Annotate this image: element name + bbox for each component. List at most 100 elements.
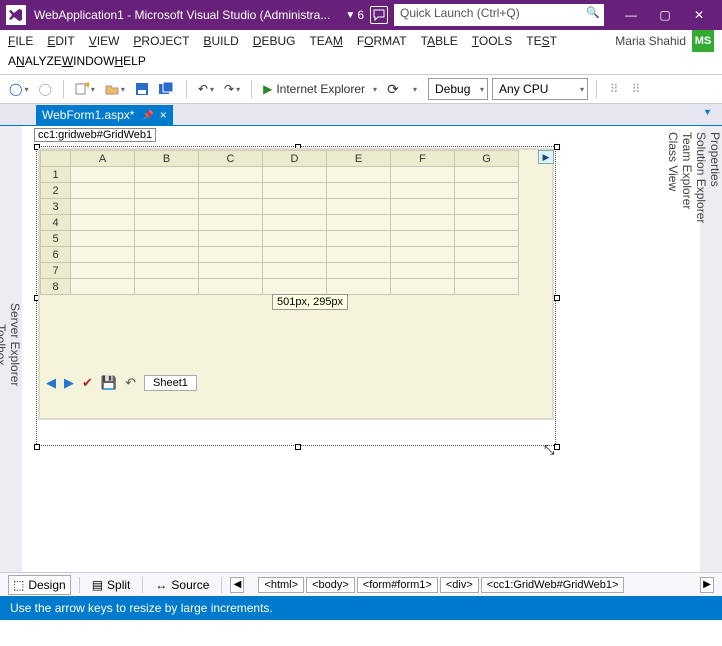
col-header[interactable]: E — [327, 151, 391, 167]
grid-cell[interactable] — [455, 279, 519, 295]
tag-crumb[interactable]: <body> — [306, 577, 355, 593]
grid-cell[interactable] — [71, 231, 135, 247]
menu-tools[interactable]: TOOLS — [472, 34, 512, 48]
menu-view[interactable]: VIEW — [89, 34, 120, 48]
minimize-button[interactable]: — — [614, 2, 648, 28]
menu-table[interactable]: TABLE — [421, 34, 458, 48]
menu-test[interactable]: TEST — [526, 34, 557, 48]
menu-analyze[interactable]: ANALYZE — [8, 54, 62, 68]
grid-cell[interactable] — [263, 167, 327, 183]
grid-cell[interactable] — [71, 199, 135, 215]
grid-cell[interactable] — [199, 279, 263, 295]
grid-cell[interactable] — [199, 167, 263, 183]
split-mode-button[interactable]: ▤Split — [88, 576, 135, 594]
grid-cell[interactable] — [455, 263, 519, 279]
grid-cell[interactable] — [199, 263, 263, 279]
close-button[interactable]: ✕ — [682, 2, 716, 28]
menu-file[interactable]: FILE — [8, 34, 33, 48]
start-debug-button[interactable]: ▶ Internet Explorer ▾ — [260, 78, 380, 100]
row-header[interactable]: 8 — [41, 279, 71, 295]
toolbox-tab[interactable]: Toolbox — [0, 132, 8, 558]
menu-window[interactable]: WINDOW — [62, 54, 115, 68]
open-button[interactable] — [102, 78, 128, 100]
grid-cell[interactable] — [455, 183, 519, 199]
grid-cell[interactable] — [327, 215, 391, 231]
resize-handle-br[interactable] — [554, 444, 560, 450]
row-header[interactable]: 3 — [41, 199, 71, 215]
grid-cell[interactable] — [263, 231, 327, 247]
grid-cell[interactable] — [135, 263, 199, 279]
grid-cell[interactable] — [455, 199, 519, 215]
sheet-tab[interactable]: Sheet1 — [144, 375, 197, 391]
start-options[interactable]: ▾ — [406, 78, 424, 100]
menu-edit[interactable]: EDIT — [47, 34, 74, 48]
grid-cell[interactable] — [263, 263, 327, 279]
document-tab[interactable]: WebForm1.aspx* 📌 × — [36, 105, 173, 125]
grid-cell[interactable] — [199, 231, 263, 247]
resize-handle-bl[interactable] — [34, 444, 40, 450]
menu-team[interactable]: TEAM — [309, 34, 342, 48]
row-header[interactable]: 2 — [41, 183, 71, 199]
source-mode-button[interactable]: ↔Source — [151, 576, 213, 594]
grid-cell[interactable] — [71, 263, 135, 279]
tab-overflow[interactable]: ▼ — [703, 107, 712, 117]
grid-cell[interactable] — [391, 279, 455, 295]
save-button[interactable] — [132, 78, 152, 100]
grid-cell[interactable] — [71, 279, 135, 295]
forward-button[interactable]: ◯ — [35, 78, 54, 100]
grid-cell[interactable] — [263, 183, 327, 199]
grid-cell[interactable] — [391, 199, 455, 215]
menu-project[interactable]: PROJECT — [133, 34, 189, 48]
row-header[interactable]: 6 — [41, 247, 71, 263]
tag-crumb[interactable]: <div> — [440, 577, 479, 593]
grid-cell[interactable] — [455, 167, 519, 183]
col-header[interactable]: G — [455, 151, 519, 167]
menu-debug[interactable]: DEBUG — [253, 34, 296, 48]
grid-cell[interactable] — [71, 247, 135, 263]
feedback-icon[interactable] — [370, 6, 388, 24]
col-header[interactable]: A — [71, 151, 135, 167]
grid-cell[interactable] — [455, 215, 519, 231]
row-header[interactable]: 7 — [41, 263, 71, 279]
class-view-tab[interactable]: Class View — [666, 132, 680, 558]
grid-cell[interactable] — [391, 247, 455, 263]
grid-cell[interactable] — [327, 231, 391, 247]
design-surface[interactable]: cc1:gridweb#GridWeb1 ▶ A B — [22, 126, 722, 572]
grid-cell[interactable] — [327, 247, 391, 263]
platform-combo[interactable]: Any CPU — [492, 78, 588, 100]
toolbar-extra-1[interactable]: ⠿ — [605, 78, 623, 100]
grid-cell[interactable] — [135, 231, 199, 247]
grid-cell[interactable] — [391, 263, 455, 279]
menu-build[interactable]: BUILD — [203, 34, 238, 48]
pin-icon[interactable]: 📌 — [142, 110, 153, 121]
refresh-button[interactable]: ⟳ — [384, 78, 402, 100]
back-button[interactable]: ◯ — [6, 78, 31, 100]
grid-cell[interactable] — [199, 199, 263, 215]
grid-cell[interactable] — [263, 199, 327, 215]
grid-cell[interactable] — [263, 215, 327, 231]
new-item-button[interactable]: ✶ — [72, 78, 98, 100]
grid-cell[interactable] — [135, 247, 199, 263]
save-sheet-icon[interactable]: 💾 — [101, 375, 117, 391]
save-all-button[interactable] — [156, 78, 178, 100]
col-header[interactable]: D — [263, 151, 327, 167]
gridweb-control[interactable]: ▶ A B C D E F G 1 2 3 4 — [38, 148, 554, 420]
row-header[interactable]: 5 — [41, 231, 71, 247]
maximize-button[interactable]: ▢ — [648, 2, 682, 28]
grid-cell[interactable] — [135, 215, 199, 231]
properties-tab[interactable]: Properties — [708, 132, 722, 558]
server-explorer-tab[interactable]: Server Explorer — [8, 132, 22, 558]
grid-cell[interactable] — [135, 199, 199, 215]
grid-cell[interactable] — [327, 167, 391, 183]
redo-button[interactable]: ↷ — [221, 78, 243, 100]
col-header[interactable]: C — [199, 151, 263, 167]
grid-cell[interactable] — [135, 167, 199, 183]
submit-icon[interactable]: ✔ — [82, 375, 93, 391]
grid-cell[interactable] — [199, 183, 263, 199]
tagpath-right[interactable]: ▶ — [700, 577, 714, 593]
undo-button[interactable]: ↶ — [195, 78, 217, 100]
signed-in-user[interactable]: Maria Shahid — [615, 34, 686, 48]
menu-format[interactable]: FORMAT — [357, 34, 407, 48]
menu-help[interactable]: HELP — [114, 54, 145, 68]
col-header[interactable]: B — [135, 151, 199, 167]
